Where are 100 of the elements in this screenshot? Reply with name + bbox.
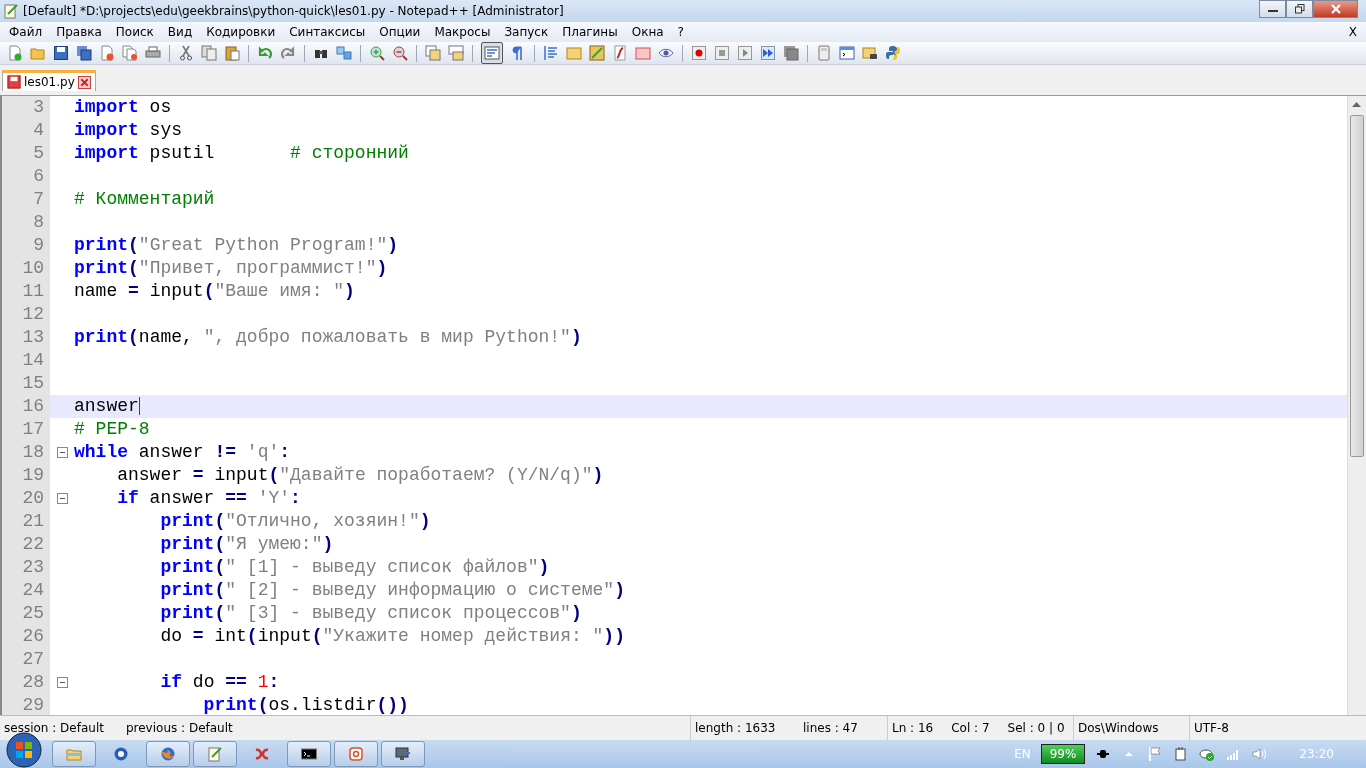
status-text: Ln : 16: [891, 721, 935, 735]
status-text: Sel : 0 | 0: [1006, 721, 1066, 735]
line-number: 8: [2, 211, 50, 234]
printer-icon[interactable]: [145, 45, 161, 61]
line-number: 25: [2, 602, 50, 625]
menu-item[interactable]: Поиск: [108, 25, 161, 39]
fast-forward-icon[interactable]: [760, 45, 776, 61]
menu-item[interactable]: Вид: [160, 25, 200, 39]
indent-guide-icon[interactable]: [543, 45, 559, 61]
line-number: 14: [2, 349, 50, 372]
menu-item[interactable]: Макросы: [427, 25, 498, 39]
copy-icon[interactable]: [201, 45, 217, 61]
close-icon: [1329, 4, 1342, 14]
save-macro-icon[interactable]: [783, 45, 799, 61]
line-number: 23: [2, 556, 50, 579]
menu-item[interactable]: ?: [670, 25, 691, 39]
save-all-icon[interactable]: [76, 45, 92, 61]
line-number: 15: [2, 372, 50, 395]
line-number: 13: [2, 326, 50, 349]
line-number: 21: [2, 510, 50, 533]
snake-logo-icon[interactable]: [885, 45, 901, 61]
line-number: 19: [2, 464, 50, 487]
restore-icon: [1294, 4, 1305, 14]
line-number: 17: [2, 418, 50, 441]
undo-icon[interactable]: [257, 45, 273, 61]
new-file-icon[interactable]: [7, 45, 23, 61]
notepad-icon: [3, 3, 19, 19]
close-button[interactable]: [1313, 0, 1358, 18]
code-line: import os: [74, 96, 172, 119]
close-file-icon[interactable]: [99, 45, 115, 61]
stop-icon[interactable]: [714, 45, 730, 61]
code-line: print(name, ", добро пожаловать в мир Python!"): [74, 326, 582, 349]
minimize-button[interactable]: [1259, 0, 1286, 18]
line-number: 24: [2, 579, 50, 602]
line-number: 28: [2, 671, 50, 694]
taskbar-button[interactable]: [287, 741, 331, 767]
status-text: Col : 7: [950, 721, 991, 735]
vertical-scrollbar[interactable]: [1347, 96, 1366, 715]
code-line: while answer != 'q':: [74, 441, 291, 464]
function-list-icon[interactable]: [612, 45, 628, 61]
replace-icon[interactable]: [336, 45, 352, 61]
record-icon[interactable]: [691, 45, 707, 61]
file-tab[interactable]: les01.py: [2, 70, 96, 91]
open-folder-icon[interactable]: [30, 45, 46, 61]
menu-item[interactable]: Плагины: [555, 25, 625, 39]
play-icon[interactable]: [737, 45, 753, 61]
menu-item[interactable]: Опции: [372, 25, 428, 39]
status-text: previous : Default: [124, 721, 234, 735]
close-all-icon[interactable]: [122, 45, 138, 61]
map-icon[interactable]: [589, 45, 605, 61]
line-number: 27: [2, 648, 50, 671]
code-line: print(" [2] - выведу информацию о системе"): [159, 579, 625, 602]
monitor-icon[interactable]: [395, 746, 411, 762]
status-text: length : 1633: [694, 721, 777, 735]
console-icon[interactable]: [301, 746, 317, 762]
menu-item[interactable]: Запуск: [497, 25, 556, 39]
code-line: print(" [3] - выведу список процессов"): [159, 602, 582, 625]
restore-button[interactable]: [1286, 0, 1313, 18]
code-line: print("Привет, программист!"): [74, 257, 388, 280]
line-number: 9: [2, 234, 50, 257]
code-line: # Комментарий: [74, 188, 215, 211]
zoom-in-icon[interactable]: [369, 45, 385, 61]
close-tab-icon[interactable]: [77, 75, 91, 89]
cloud-check-icon[interactable]: [1199, 746, 1216, 762]
close-document-button[interactable]: X: [1348, 25, 1357, 39]
start-button[interactable]: [4, 732, 44, 768]
line-number: 3: [2, 96, 50, 119]
menu-item[interactable]: Кодировки: [199, 25, 283, 39]
line-number: 7: [2, 188, 50, 211]
menu-item[interactable]: Окна: [624, 25, 671, 39]
code-line: import psutil # сторонний: [74, 142, 409, 165]
scroll-thumb[interactable]: [1350, 115, 1364, 457]
menu-item[interactable]: Синтаксисы: [282, 25, 373, 39]
menu-item[interactable]: Файл: [2, 25, 50, 39]
menu-item[interactable]: Правка: [49, 25, 109, 39]
notepad-icon[interactable]: [207, 746, 223, 762]
pdf-icon[interactable]: [254, 746, 270, 762]
save-icon[interactable]: [53, 45, 69, 61]
paste-icon[interactable]: [224, 45, 240, 61]
speaker-icon[interactable]: [1251, 746, 1268, 762]
redo-icon[interactable]: [280, 45, 296, 61]
window-sync-icon[interactable]: [425, 45, 441, 61]
line-number: 20: [2, 487, 50, 510]
word-wrap-button[interactable]: [481, 42, 503, 64]
line-number: 10: [2, 257, 50, 280]
status-text: session : Default: [3, 721, 105, 735]
code-line: print("Отлично, хозяин!"): [159, 510, 431, 533]
taskbar-button[interactable]: [381, 741, 425, 767]
fold-toggle-icon[interactable]: [56, 447, 68, 458]
window-sync-icon[interactable]: [448, 45, 464, 61]
code-line: name = input("Ваше имя: "): [74, 280, 355, 303]
line-number: 5: [2, 142, 50, 165]
line-number: 12: [2, 303, 50, 326]
scissors-icon[interactable]: [178, 45, 194, 61]
zoom-out-icon[interactable]: [392, 45, 408, 61]
line-number: 29: [2, 694, 50, 715]
document-icon[interactable]: [348, 746, 364, 762]
fold-toggle-icon[interactable]: [56, 677, 68, 688]
flag-icon[interactable]: [1147, 746, 1164, 762]
fold-toggle-icon[interactable]: [56, 493, 68, 504]
